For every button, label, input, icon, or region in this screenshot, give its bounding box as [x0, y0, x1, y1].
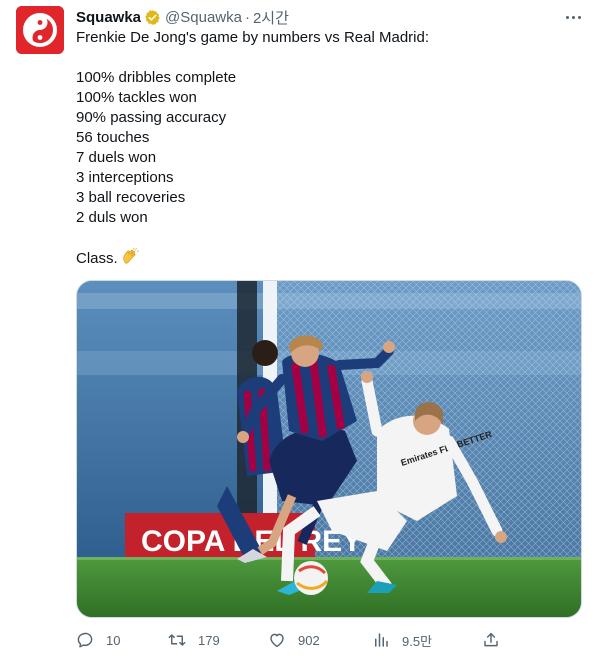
heart-icon	[270, 633, 284, 648]
football-match-photo: COPA DEL REY Emirates FLY BETTER	[77, 281, 581, 617]
reply-button[interactable]: 10	[76, 628, 120, 652]
view-count: 9.5만	[402, 633, 433, 649]
like-count: 902	[298, 632, 320, 648]
retweet-count: 179	[198, 632, 220, 648]
reply-count: 10	[106, 632, 121, 648]
tweet-actions: 10 179 902 9.5만	[76, 628, 582, 652]
text-line: 7 duels won	[76, 149, 157, 166]
squawka-logo-icon	[16, 6, 64, 54]
tweet-photo[interactable]: COPA DEL REY Emirates FLY BETTER	[76, 280, 582, 618]
more-options-icon[interactable]	[562, 8, 584, 26]
tweet-header: Squawka @Squawka · 2시간	[76, 7, 289, 27]
avatar[interactable]	[16, 6, 64, 54]
author-handle[interactable]: @Squawka	[165, 9, 242, 26]
separator-dot: ·	[244, 8, 250, 26]
tweet-text: Frenkie De Jong's game by numbers vs Rea…	[76, 28, 581, 268]
text-line: 90% passing accuracy	[76, 109, 227, 126]
share-icon	[484, 632, 498, 647]
tweet[interactable]: Squawka @Squawka · 2시간 Frenkie De Jong's…	[0, 0, 598, 662]
reply-icon	[77, 632, 93, 648]
text-line: 100% dribbles complete	[76, 69, 237, 86]
share-button[interactable]	[482, 628, 500, 652]
text-line: 100% tackles won	[76, 89, 197, 106]
text-line: 3 interceptions	[76, 169, 174, 186]
tweet-timestamp[interactable]: 2시간	[253, 7, 289, 28]
closing-text: Class.	[76, 250, 118, 267]
clapping-hands-icon	[123, 248, 139, 264]
author-name[interactable]: Squawka	[76, 9, 141, 26]
text-line: 56 touches	[76, 129, 150, 146]
retweet-button[interactable]: 179	[168, 628, 220, 652]
retweet-icon	[168, 634, 186, 646]
like-button[interactable]: 902	[268, 628, 320, 652]
text-line: 3 ball recoveries	[76, 189, 186, 206]
closing-line: Class.	[76, 248, 581, 268]
views-button[interactable]: 9.5만	[372, 628, 432, 652]
analytics-icon	[375, 633, 388, 647]
text-line: Frenkie De Jong's game by numbers vs Rea…	[76, 29, 430, 46]
text-line: 2 duls won	[76, 209, 148, 226]
verified-badge-icon	[144, 9, 161, 26]
